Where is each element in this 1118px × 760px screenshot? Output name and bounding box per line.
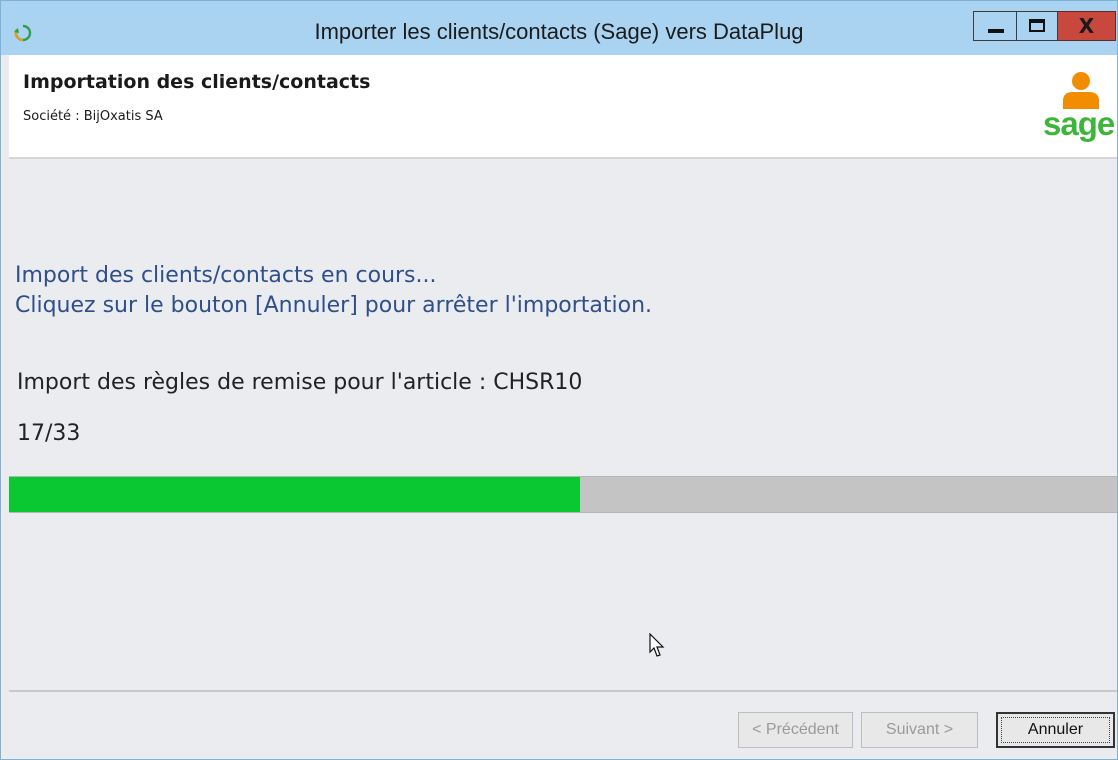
maximize-icon (1029, 19, 1045, 32)
progress-counter: 17/33 (17, 421, 81, 446)
import-dialog-window: Importer les clients/contacts (Sage) ver… (0, 0, 1118, 760)
cancel-instruction: Cliquez sur le bouton [Annuler] pour arr… (15, 293, 653, 318)
close-button[interactable]: X (1058, 11, 1116, 41)
wizard-header: Importation des clients/contacts Société… (9, 55, 1117, 159)
header-title: Importation des clients/contacts (23, 71, 371, 93)
footer-divider (9, 690, 1117, 692)
minimize-button[interactable] (973, 11, 1016, 41)
close-icon: X (1078, 14, 1095, 38)
minimize-icon (988, 29, 1004, 33)
previous-button[interactable]: < Précédent (738, 712, 853, 748)
next-button[interactable]: Suivant > (861, 712, 978, 748)
title-bar[interactable]: Importer les clients/contacts (Sage) ver… (1, 1, 1117, 55)
progress-bar (9, 476, 1117, 513)
user-icon (1063, 72, 1099, 109)
maximize-button[interactable] (1016, 11, 1058, 41)
company-label: Société : BijOxatis SA (23, 109, 163, 124)
status-message: Import des clients/contacts en cours... (15, 263, 437, 288)
focus-rectangle (1001, 717, 1110, 743)
cancel-button[interactable]: Annuler (996, 712, 1115, 748)
progress-bar-fill (9, 477, 580, 512)
current-step-label: Import des règles de remise pour l'artic… (17, 370, 583, 395)
sage-logo: sage (1043, 105, 1115, 142)
window-title: Importer les clients/contacts (Sage) ver… (314, 19, 804, 44)
mouse-cursor-icon (649, 633, 665, 657)
